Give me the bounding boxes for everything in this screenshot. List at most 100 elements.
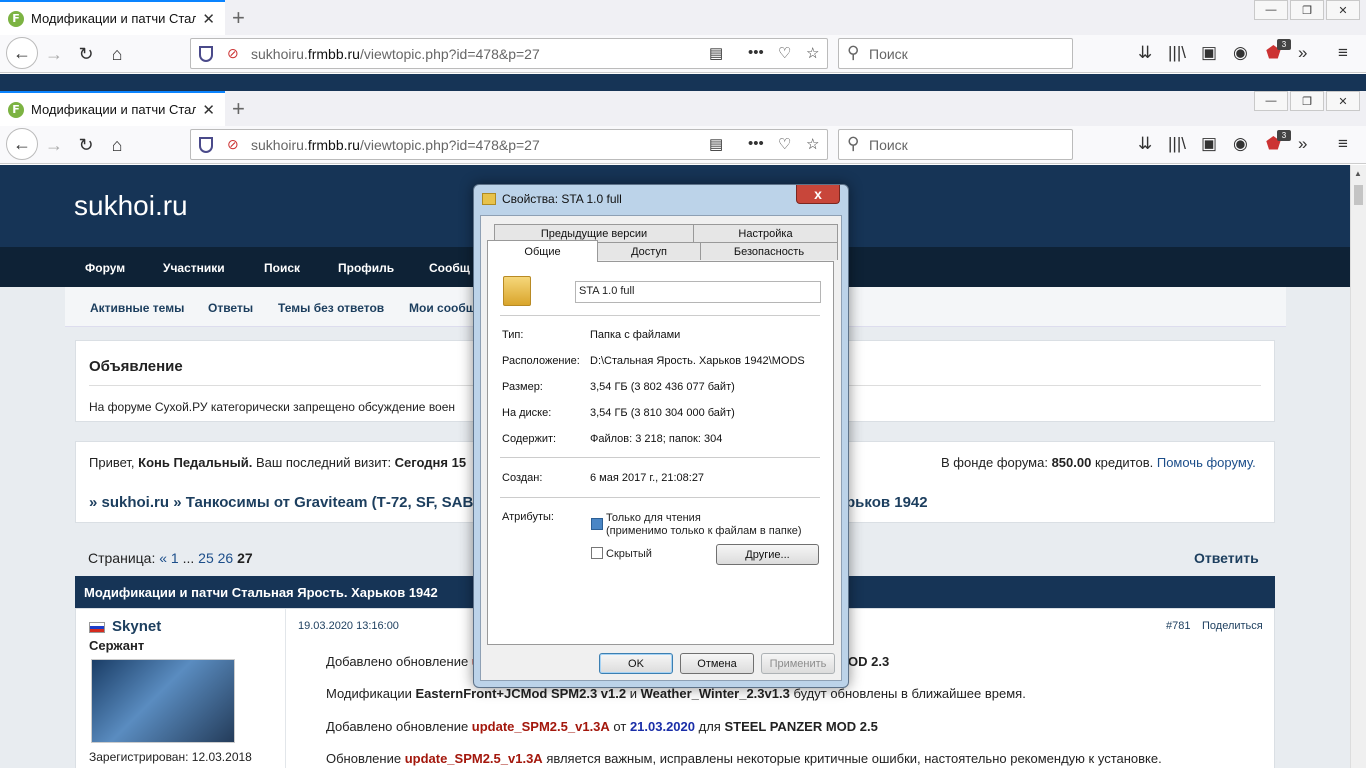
bookmark-star-icon[interactable]: ☆ <box>806 44 819 62</box>
menu-search[interactable]: Поиск <box>264 261 300 275</box>
readonly-checkbox[interactable] <box>591 518 603 530</box>
fund-line: В фонде форума: 850.00 кредитов. Помочь … <box>941 455 1256 470</box>
search-box[interactable]: ⚲ Поиск <box>838 38 1073 69</box>
contains-value: Файлов: 3 218; папок: 304 <box>590 433 723 445</box>
forum-favicon-icon: F <box>8 10 24 27</box>
home-icon[interactable]: ⌂ <box>105 133 129 157</box>
scroll-up-icon[interactable]: ▲ <box>1354 169 1362 178</box>
reload-icon[interactable]: ↻ <box>74 42 98 66</box>
breadcrumb-section[interactable]: » Танкосимы от Graviteam (Т-72, SF, SABO <box>173 494 485 511</box>
browser-tab-2[interactable]: F Модификации и патчи Стальн ✕ <box>0 91 225 126</box>
minimize-icon[interactable]: — <box>1254 91 1288 111</box>
bookmark-star-icon[interactable]: ☆ <box>806 135 819 153</box>
close-window-icon[interactable]: ✕ <box>1326 0 1360 20</box>
pocket-icon[interactable]: ♡ <box>778 44 791 62</box>
tab-general[interactable]: Общие <box>487 240 598 262</box>
menu-messages[interactable]: Сообщ <box>429 261 470 275</box>
overflow-icon[interactable]: » <box>1298 134 1307 154</box>
dialog-close-button[interactable]: x <box>796 185 840 204</box>
menu-profile[interactable]: Профиль <box>338 261 394 275</box>
site-logo[interactable]: sukhoi.ru <box>74 190 188 222</box>
readonly-note: (применимо только к файлам в папке) <box>606 525 802 537</box>
page-26[interactable]: 26 <box>218 550 234 566</box>
tracking-shield-icon[interactable] <box>199 46 213 62</box>
tab-close-icon[interactable]: ✕ <box>202 101 215 119</box>
russia-flag-icon <box>89 622 105 633</box>
folder-name-field[interactable]: STA 1.0 full <box>575 281 821 303</box>
pocket-icon[interactable]: ♡ <box>778 135 791 153</box>
post-date[interactable]: 19.03.2020 13:16:00 <box>298 620 399 632</box>
home-icon[interactable]: ⌂ <box>105 42 129 66</box>
forward-icon[interactable]: → <box>42 133 66 157</box>
page-actions-icon[interactable]: ••• <box>748 135 764 152</box>
new-tab-icon[interactable]: + <box>232 5 245 31</box>
location-value: D:\Стальная Ярость. Харьков 1942\MODS <box>590 355 805 367</box>
browser-tab[interactable]: F Модификации и патчи Стальн ✕ <box>0 0 225 35</box>
forward-icon[interactable]: → <box>42 42 66 66</box>
overflow-icon[interactable]: » <box>1298 43 1307 63</box>
scroll-thumb[interactable] <box>1354 185 1363 205</box>
cancel-button[interactable]: Отмена <box>680 653 754 674</box>
sidebar-icon[interactable]: ▣ <box>1201 134 1217 154</box>
tab-strip: F Модификации и патчи Стальн ✕ + — ❐ ✕ <box>0 0 1366 35</box>
search-placeholder: Поиск <box>869 137 908 153</box>
url-bar[interactable]: ⊘ sukhoiru.frmbb.ru/viewtopic.php?id=478… <box>190 38 828 69</box>
new-tab-icon[interactable]: + <box>232 96 245 122</box>
library-icon[interactable]: |||\ <box>1168 43 1186 63</box>
restore-icon[interactable]: ❐ <box>1290 91 1324 111</box>
close-window-icon[interactable]: ✕ <box>1326 91 1360 111</box>
restore-icon[interactable]: ❐ <box>1290 0 1324 20</box>
search-box-2[interactable]: ⚲ Поиск <box>838 129 1073 160</box>
reader-view-icon[interactable]: ▤ <box>709 135 723 153</box>
back-icon[interactable]: ← <box>6 128 38 160</box>
page-prev[interactable]: « <box>159 550 167 566</box>
insecure-lock-icon[interactable]: ⊘ <box>227 136 239 153</box>
back-icon[interactable]: ← <box>6 37 38 69</box>
post-number[interactable]: #781 <box>1166 620 1190 632</box>
tab-customize[interactable]: Настройка <box>693 224 838 242</box>
downloads-icon[interactable]: ⇊ <box>1138 134 1152 154</box>
url-bar-2[interactable]: ⊘ sukhoiru.frmbb.ru/viewtopic.php?id=478… <box>190 129 828 160</box>
welcome-line: Привет, Конь Педальный. Ваш последний ви… <box>89 455 467 470</box>
tab-close-icon[interactable]: ✕ <box>202 10 215 28</box>
ok-button[interactable]: OK <box>599 653 673 674</box>
hidden-checkbox[interactable] <box>591 547 603 559</box>
tab-sharing[interactable]: Доступ <box>597 242 701 260</box>
minimize-icon[interactable]: — <box>1254 0 1288 20</box>
library-icon[interactable]: |||\ <box>1168 134 1186 154</box>
divider <box>500 315 820 316</box>
breadcrumb-tail[interactable]: рьков 1942 <box>846 494 928 511</box>
share-link[interactable]: Поделиться <box>1202 620 1263 632</box>
page-25[interactable]: 25 <box>198 550 214 566</box>
sidebar-icon[interactable]: ▣ <box>1201 43 1217 63</box>
menu-users[interactable]: Участники <box>163 261 225 275</box>
breadcrumb-home[interactable]: » sukhoi.ru <box>89 494 169 511</box>
type-value: Папка с файлами <box>590 329 681 341</box>
submenu-mine[interactable]: Мои сообщ <box>409 301 476 315</box>
submenu-unanswered[interactable]: Темы без ответов <box>278 301 384 315</box>
advanced-button[interactable]: Другие... <box>716 544 819 565</box>
post-author[interactable]: Skynet <box>112 618 161 635</box>
search-icon: ⚲ <box>847 43 860 62</box>
reload-icon[interactable]: ↻ <box>74 133 98 157</box>
submenu-active[interactable]: Активные темы <box>90 301 184 315</box>
help-forum-link[interactable]: Помочь форуму. <box>1157 455 1256 470</box>
menu-icon[interactable]: ≡ <box>1338 134 1348 154</box>
downloads-icon[interactable]: ⇊ <box>1138 43 1152 63</box>
account-icon[interactable]: ◉ <box>1233 134 1248 154</box>
insecure-lock-icon[interactable]: ⊘ <box>227 45 239 62</box>
menu-icon[interactable]: ≡ <box>1338 43 1348 63</box>
page-scrollbar[interactable]: ▲ <box>1350 165 1366 768</box>
page-1[interactable]: 1 <box>171 550 179 566</box>
tracking-shield-icon[interactable] <box>199 137 213 153</box>
submenu-replies[interactable]: Ответы <box>208 301 253 315</box>
apply-button[interactable]: Применить <box>761 653 835 674</box>
reader-view-icon[interactable]: ▤ <box>709 44 723 62</box>
page-current: 27 <box>237 550 253 566</box>
page-actions-icon[interactable]: ••• <box>748 44 764 61</box>
account-icon[interactable]: ◉ <box>1233 43 1248 63</box>
breadcrumb: » sukhoi.ru » Танкосимы от Graviteam (Т-… <box>89 494 485 511</box>
menu-forum[interactable]: Форум <box>85 261 125 275</box>
reply-link[interactable]: Ответить <box>1194 550 1259 566</box>
tab-security[interactable]: Безопасность <box>700 242 838 260</box>
